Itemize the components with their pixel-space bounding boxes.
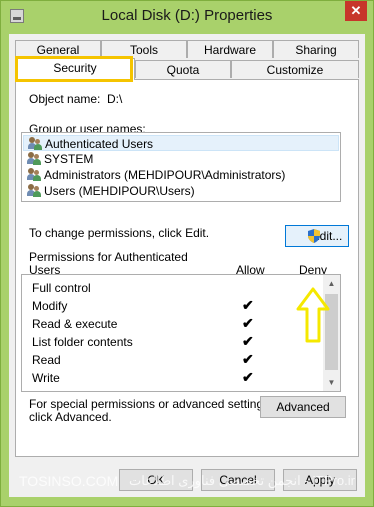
list-item[interactable]: Authenticated Users — [23, 135, 339, 151]
object-name-value: D:\ — [107, 92, 123, 106]
change-permissions-text: To change permissions, click Edit. — [29, 226, 210, 240]
user-list[interactable]: Authenticated Users SYSTEM Administrator… — [21, 132, 341, 202]
advanced-button[interactable]: Advanced — [260, 396, 346, 418]
tab-sharing[interactable]: Sharing — [273, 40, 359, 58]
tab-highlight-annotation — [15, 56, 133, 82]
uac-shield-icon — [308, 229, 320, 243]
permission-row: Read ✔ — [32, 351, 254, 369]
users-group-icon — [27, 168, 41, 181]
users-group-icon — [28, 137, 42, 150]
permission-name: Full control — [32, 281, 91, 295]
permission-name: Read & execute — [32, 317, 118, 331]
watermark-left: TOSINSO.COM — [19, 473, 119, 489]
permission-row: Read & execute ✔ — [32, 315, 254, 333]
window-title: Local Disk (D:) Properties — [101, 7, 273, 24]
scroll-down-icon[interactable]: ▼ — [323, 374, 340, 391]
user-name: Users (MEHDIPOUR\Users) — [44, 184, 195, 198]
permissions-list[interactable]: Full control Modify ✔ Read & execute ✔ L… — [21, 274, 341, 392]
user-name: Authenticated Users — [45, 137, 154, 151]
users-group-icon — [27, 184, 41, 197]
watermark-right: انجمن تخصصی فناوری اطلاعات - ITPro.ir — [129, 473, 355, 488]
allow-check-icon: ✔ — [242, 297, 254, 313]
permission-row: Write ✔ — [32, 369, 254, 387]
permissions-for-label: Permissions for Authenticated — [29, 250, 188, 264]
dialog-body: General Tools Hardware Sharing Quota Cus… — [9, 34, 365, 497]
allow-check-icon: ✔ — [242, 351, 254, 367]
users-group-icon — [27, 152, 41, 165]
permission-row: Full control — [32, 279, 91, 297]
allow-check-icon: ✔ — [242, 333, 254, 349]
tab-quota[interactable]: Quota — [135, 60, 231, 78]
tab-customize[interactable]: Customize — [231, 60, 359, 78]
list-item[interactable]: Users (MEHDIPOUR\Users) — [23, 183, 339, 199]
permission-row: List folder contents ✔ — [32, 333, 254, 351]
properties-window: Local Disk (D:) Properties ✕ General Too… — [0, 0, 374, 507]
permission-name: Read — [32, 353, 61, 367]
list-item[interactable]: SYSTEM — [23, 151, 339, 167]
close-button[interactable]: ✕ — [345, 1, 367, 21]
special-permissions-text: For special permissions or advanced sett… — [29, 397, 273, 411]
user-name: Administrators (MEHDIPOUR\Administrators… — [44, 168, 286, 182]
permission-name: List folder contents — [32, 335, 133, 349]
tab-hardware[interactable]: Hardware — [187, 40, 273, 58]
object-name-label: Object name: — [29, 92, 101, 106]
user-name: SYSTEM — [44, 152, 94, 166]
permission-row: Modify ✔ — [32, 297, 254, 315]
edit-button[interactable]: Edit... — [285, 225, 349, 247]
allow-check-icon: ✔ — [242, 369, 254, 385]
allow-check-icon: ✔ — [242, 315, 254, 331]
special-permissions-text-line2: click Advanced. — [29, 410, 112, 424]
permission-name: Modify — [32, 299, 68, 313]
permission-name: Write — [32, 371, 60, 385]
list-item[interactable]: Administrators (MEHDIPOUR\Administrators… — [23, 167, 339, 183]
title-bar[interactable]: Local Disk (D:) Properties ✕ — [1, 1, 373, 34]
arrow-up-annotation-icon — [296, 287, 330, 343]
